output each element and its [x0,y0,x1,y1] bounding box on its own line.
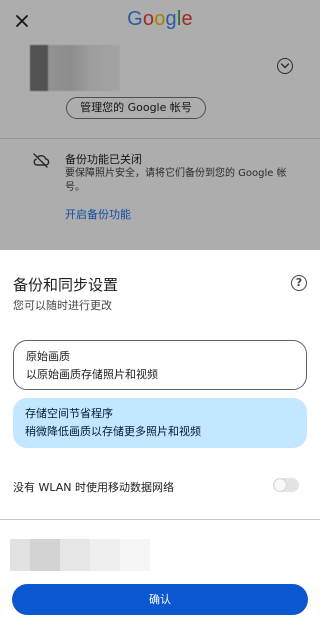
mobile-data-toggle[interactable] [273,478,299,492]
backup-settings-sheet: 备份和同步设置 ? 您可以随时进行更改 原始画质 以原始画质存储照片和视频 存储… [0,250,320,630]
option-description: 稍微降低画质以存储更多照片和视频 [25,425,201,438]
option-original-quality[interactable]: 原始画质 以原始画质存储照片和视频 [13,340,307,390]
sheet-subtitle: 您可以随时进行更改 [13,299,112,312]
mobile-data-label: 没有 WLAN 时使用移动数据网络 [13,481,175,494]
modal-scrim[interactable] [0,0,320,250]
account-email-redacted [10,539,150,571]
confirm-button[interactable]: 确认 [12,584,308,615]
option-storage-saver[interactable]: 存储空间节省程序 稍微降低画质以存储更多照片和视频 [13,398,307,448]
option-description: 以原始画质存储照片和视频 [26,368,158,381]
sheet-title: 备份和同步设置 [13,276,119,294]
divider [0,519,320,520]
help-icon[interactable]: ? [291,275,307,291]
option-title: 原始画质 [26,350,70,363]
toggle-knob [274,479,286,491]
option-title: 存储空间节省程序 [25,407,113,420]
account-panel-background: Google 管理您的 Google 帐号 备份功能已关闭 要保障照片安全，请将… [0,0,320,250]
